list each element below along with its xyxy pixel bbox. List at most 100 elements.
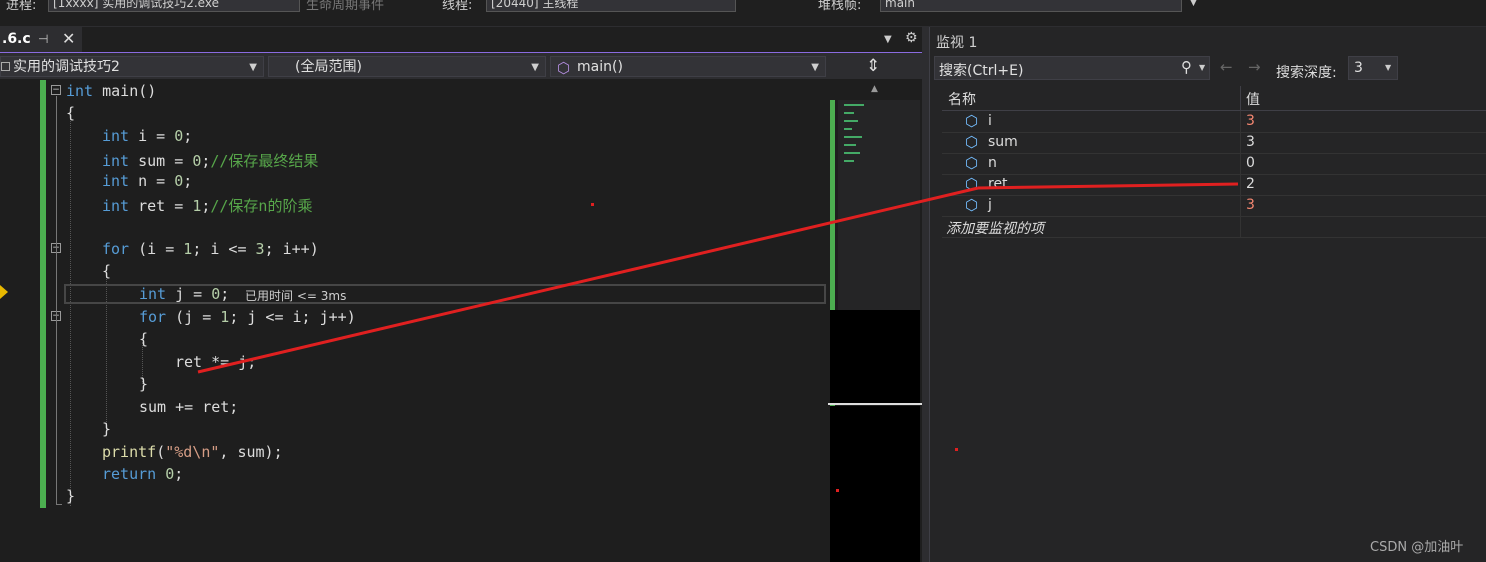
watch-row-j[interactable]: ⬡ j 3 [942, 195, 1486, 217]
process-dropdown[interactable]: [1xxxx] 实用的调试技巧2.exe [48, 0, 300, 12]
code-line: { [139, 330, 149, 348]
minimap-scrollbar[interactable]: ▲ [828, 80, 922, 562]
column-divider [1240, 216, 1241, 237]
project-icon [1, 62, 10, 71]
tab-title: .6.c [2, 31, 31, 47]
function-dropdown[interactable]: ⬡ main() ▼ [550, 56, 826, 77]
code-line: int ret = 1;//保存n的阶乘 [102, 197, 313, 215]
back-arrow-icon[interactable]: ← [1220, 58, 1233, 76]
watch-value[interactable]: 0 [1246, 155, 1255, 171]
scope-name: (全局范围) [295, 59, 362, 75]
code-line: } [102, 420, 112, 438]
chevron-down-icon: ▼ [249, 62, 257, 73]
column-value[interactable]: 值 [1246, 89, 1260, 109]
watch-row-sum[interactable]: ⬡ sum 3 [942, 132, 1486, 154]
fold-guide [56, 96, 57, 504]
scope-dropdown[interactable]: (全局范围) ▼ [268, 56, 546, 77]
watch-row-i[interactable]: ⬡ i 3 [942, 111, 1486, 133]
current-statement-arrow-icon [0, 285, 8, 299]
watch-name: sum [988, 134, 1018, 150]
chevron-down-icon: ▼ [531, 62, 539, 73]
minimap-viewport[interactable] [830, 310, 920, 404]
debug-toolbar: 进程: [1xxxx] 实用的调试技巧2.exe 生命周期事件 线程: [204… [0, 0, 1486, 27]
chevron-down-icon[interactable]: ▼ [1199, 63, 1205, 72]
watch-header: 名称 值 [942, 86, 1486, 111]
watch-name: ret [988, 176, 1008, 192]
search-placeholder: 搜索(Ctrl+E) [939, 63, 1024, 79]
code-line: int n = 0; [102, 172, 193, 190]
gear-icon[interactable]: ⚙ [905, 30, 918, 46]
code-line: printf("%d\n", sum); [102, 443, 283, 461]
add-watch-placeholder: 添加要监视的项 [946, 221, 1044, 237]
column-divider [1240, 153, 1241, 174]
annotation-dot [591, 203, 594, 206]
code-line: { [66, 104, 76, 122]
function-name: main() [577, 59, 623, 75]
document-tab-strip [0, 27, 922, 54]
code-line: int j = 0; [139, 285, 230, 303]
watch-row-n[interactable]: ⬡ n 0 [942, 153, 1486, 175]
code-line: sum += ret; [139, 398, 239, 416]
annotation-dot [836, 489, 839, 492]
column-divider [1240, 174, 1241, 195]
code-line: ret *= j; [175, 353, 257, 371]
variable-icon: ⬡ [965, 112, 979, 130]
minimap-region [830, 406, 920, 562]
scroll-up-icon[interactable]: ▲ [871, 84, 878, 94]
watch-name: n [988, 155, 997, 171]
thread-dropdown[interactable]: [20440] 主线程 [486, 0, 736, 12]
watch-value[interactable]: 3 [1246, 113, 1255, 129]
stack-frame-dropdown[interactable]: main [880, 0, 1182, 12]
search-icon[interactable]: ⚲ [1181, 58, 1192, 76]
splitter[interactable] [922, 27, 929, 562]
fold-guide [56, 504, 62, 505]
add-watch-row[interactable]: 添加要监视的项 [942, 216, 1486, 238]
column-divider [1240, 132, 1241, 153]
code-line: for (i = 1; i <= 3; i++) [102, 240, 319, 258]
tab-overflow-icon[interactable]: ▼ [884, 34, 892, 45]
column-name[interactable]: 名称 [948, 89, 976, 109]
watch-value[interactable]: 3 [1246, 134, 1255, 150]
code-line: int main() [66, 82, 157, 100]
depth-value: 3 [1354, 60, 1363, 76]
close-icon[interactable]: ✕ [62, 29, 75, 48]
variable-icon: ⬡ [965, 133, 979, 151]
watch-value[interactable]: 3 [1246, 197, 1255, 213]
chevron-down-icon: ▼ [811, 62, 819, 73]
code-line: { [102, 262, 112, 280]
forward-arrow-icon[interactable]: → [1248, 58, 1261, 76]
code-editor[interactable]: − − − int main() { int i = 0; int sum = … [0, 80, 828, 562]
column-divider[interactable] [1240, 86, 1241, 110]
column-divider [1240, 195, 1241, 216]
project-name: 实用的调试技巧2 [13, 59, 120, 75]
indent-guide [70, 116, 71, 506]
stack-frame-label: 堆栈帧: [818, 0, 862, 13]
lifecycle-events-label[interactable]: 生命周期事件 [306, 0, 384, 13]
search-depth-dropdown[interactable]: 3 ▼ [1348, 56, 1398, 80]
perf-tip: 已用时间 <= 3ms [245, 289, 347, 303]
minimap-region [838, 100, 920, 310]
pin-icon[interactable]: ⊣ [38, 32, 48, 46]
collapse-icon[interactable]: − [51, 85, 61, 95]
code-line: } [66, 487, 76, 505]
watch-window: 监视 1 搜索(Ctrl+E) ⚲ ▼ ← → 搜索深度: 3 ▼ 名称 值 ⬡… [929, 27, 1486, 562]
variable-icon: ⬡ [965, 154, 979, 172]
column-divider [1240, 111, 1241, 132]
tab-file[interactable]: .6.c ⊣ ✕ [0, 27, 82, 52]
code-line: return 0; [102, 465, 184, 483]
watch-value[interactable]: 2 [1246, 176, 1255, 192]
chevron-down-icon: ▼ [1385, 63, 1392, 72]
watermark: CSDN @加油叶 [1370, 540, 1464, 555]
split-editor-icon[interactable]: ⇕ [866, 56, 880, 76]
watch-row-ret[interactable]: ⬡ ret 2 [942, 174, 1486, 196]
variable-icon: ⬡ [965, 196, 979, 214]
code-line: for (j = 1; j <= i; j++) [139, 308, 356, 326]
chevron-down-icon[interactable]: ▼ [1190, 0, 1197, 8]
annotation-dot [955, 448, 958, 451]
watch-search-input[interactable]: 搜索(Ctrl+E) ⚲ ▼ [934, 56, 1210, 80]
project-dropdown[interactable]: 实用的调试技巧2 ▼ [0, 56, 264, 77]
variable-icon: ⬡ [965, 175, 979, 193]
code-line: int sum = 0;//保存最终结果 [102, 152, 319, 170]
thread-label: 线程: [442, 0, 473, 13]
watch-title: 监视 1 [936, 35, 978, 51]
